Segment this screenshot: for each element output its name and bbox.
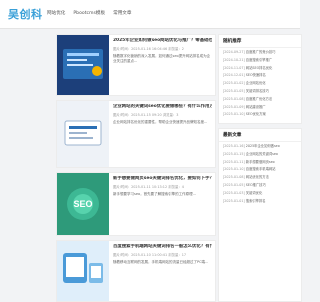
article-thumbnail[interactable]: SEO (57, 173, 109, 235)
sidebar-link-text[interactable]: SEO推广技巧 (246, 183, 266, 187)
sidebar-link-text[interactable]: 企业网站的关键词seo (246, 152, 278, 156)
nav-item-articles[interactable]: 常用文章 (113, 10, 131, 16)
article-excerpt: 企业网站排名优化的重要性，帮助企业快速提升品牌知名度... (113, 120, 208, 124)
random-recommend-list: [2024-09-27] 百度推广的竞价技巧 [2024-10-21] 百度搜索引… (219, 48, 301, 120)
sidebar-link-date: [2025-01-10] (223, 167, 245, 172)
sidebar-link-text[interactable]: 关键词排名技巧 (246, 89, 269, 93)
sidebar-link-text[interactable]: 百度推广优化方法 (246, 97, 272, 101)
sidebar-link-text[interactable]: 百度推广的竞价技巧 (246, 50, 276, 54)
sidebar-link-date: [2024-10-21] (223, 57, 245, 62)
sidebar-link-text[interactable]: 百度搜索引擎推广 (246, 58, 272, 62)
sidebar-link-date: [2024-11-07] (223, 65, 245, 70)
sidebar-link-date: [2025-01-09] (223, 104, 245, 109)
sidebar-link[interactable]: [2025-01-03] 关键词优化 (223, 190, 297, 198)
article-meta: 图片/时间：2025-01-15 09:20 浏览量：3 (113, 113, 179, 117)
sidebar-link-date: [2025-01-01] (223, 198, 245, 203)
article-title[interactable]: 2025年企业如何做seo网站优化与推广？零基础也能快速上手 (113, 38, 212, 44)
sidebar-link[interactable]: [2025-01-08] 网站优化的方法 (223, 174, 297, 182)
article-meta: 图片/时间：2025-01-10 11:00:41 浏览量：17 (113, 253, 187, 257)
article-excerpt: 随着数字化营销的深入发展，如何通过seo提升网站排名成为企业关注的重点... (113, 54, 211, 63)
article-thumbnail[interactable] (57, 241, 109, 301)
sidebar-link-date: [2025-01-03] (223, 190, 245, 195)
nav-item-templates[interactable]: Pbootcms模板 (73, 10, 105, 16)
latest-articles-list: [2025-01-16] 2025年企业如何做seo [2025-01-15] 企… (219, 142, 301, 206)
sidebar-link[interactable]: [2025-01-02] 企业网站优化 (223, 80, 297, 88)
sidebar-link[interactable]: [2024-10-21] 百度搜索引擎推广 (223, 57, 297, 65)
sidebar-link-date: [2024-12-01] (223, 73, 245, 78)
sidebar-link[interactable]: [2025-01-05] SEO推广技巧 (223, 182, 297, 190)
sidebar-link-date: [2025-01-16] (223, 144, 245, 148)
article-title[interactable]: 企业网站的关键词seo优化要做哪些？有什么作用方法？ (113, 104, 212, 110)
site-logo[interactable]: 吴创科 (8, 6, 43, 22)
article-card[interactable]: 百度搜索手机端网站关键词排名一般怎么优化？有什么方法？ 图片/时间：2025-0… (56, 240, 216, 302)
sidebar-link-date: [2025-01-08] (223, 175, 245, 180)
sidebar-link-text[interactable]: 网站SEO排名优化 (246, 66, 273, 70)
sidebar-link[interactable]: [2024-12-01] SEO快速排名 (223, 72, 297, 80)
latest-articles-box: 最新文章 [2025-01-16] 2025年企业如何做seo [2025-01-… (218, 128, 302, 302)
sidebar-link[interactable]: [2025-01-10] SEO优化方案 (223, 111, 297, 119)
article-excerpt: 新手想要学习seo，首先要了解搜索引擎的工作原理... (113, 192, 196, 196)
sidebar-link-text[interactable]: 新手想要做网页seo (246, 160, 275, 164)
main-nav: 网站优化 Pbootcms模板 常用文章 (47, 10, 131, 16)
sidebar-link[interactable]: [2024-11-07] 网站SEO排名优化 (223, 65, 297, 73)
sidebar-link-text[interactable]: 网站建设推广 (246, 105, 266, 109)
article-title[interactable]: 新手想要做网页seo关键词排名优化，要如何下手？ (113, 176, 212, 182)
sidebar-link-date: [2025-01-10] (223, 112, 245, 117)
article-card[interactable]: 2025年企业如何做seo网站优化与推广？零基础也能快速上手 图片/时间：202… (56, 34, 216, 96)
random-recommend-title: 随机推荐 (219, 35, 301, 48)
nav-item-seo[interactable]: 网站优化 (47, 10, 65, 16)
sidebar-link-date: [2025-01-05] (223, 88, 245, 93)
sidebar-link[interactable]: [2025-01-15] 企业网站的关键词seo (223, 151, 297, 159)
sidebar-link-date: [2025-01-11] (223, 159, 245, 164)
random-recommend-box: 随机推荐 [2024-09-27] 百度推广的竞价技巧 [2024-10-21] … (218, 34, 302, 124)
article-thumbnail[interactable] (57, 35, 109, 95)
sidebar-link-text[interactable]: SEO优化方案 (246, 112, 266, 116)
sidebar-link-text[interactable]: 网站优化的方法 (246, 175, 269, 179)
sidebar-link[interactable]: [2025-01-08] 百度推广优化方法 (223, 96, 297, 104)
sidebar-link[interactable]: [2025-01-09] 网站建设推广 (223, 104, 297, 112)
article-thumbnail[interactable] (57, 101, 109, 167)
sidebar-link-text[interactable]: 2025年企业如何做seo (246, 144, 280, 148)
article-title[interactable]: 百度搜索手机端网站关键词排名一般怎么优化？有什么方法？ (113, 244, 212, 250)
sidebar-link-date: [2025-01-02] (223, 81, 245, 86)
sidebar-link-date: [2025-01-05] (223, 182, 245, 187)
article-card[interactable]: 企业网站的关键词seo优化要做哪些？有什么作用方法？ 图片/时间：2025-01… (56, 100, 216, 168)
latest-articles-title: 最新文章 (219, 129, 301, 142)
sidebar-link-text[interactable]: SEO快速排名 (246, 73, 266, 77)
sidebar-link-date: [2025-01-08] (223, 96, 245, 101)
article-excerpt: 随着移动互联网的发展，手机端网站的流量已经超过了PC端... (113, 260, 209, 264)
sidebar-link-text[interactable]: 百度搜索手机端网站 (246, 167, 276, 171)
sidebar-link-text[interactable]: 企业网站优化 (246, 81, 266, 85)
sidebar-link-text[interactable]: 关键词优化 (246, 191, 262, 195)
sidebar-link[interactable]: [2025-01-11] 新手想要做网页seo (223, 159, 297, 167)
article-list: 2025年企业如何做seo网站优化与推广？零基础也能快速上手 图片/时间：202… (56, 34, 216, 302)
sidebar: 随机推荐 [2024-09-27] 百度推广的竞价技巧 [2024-10-21] … (218, 34, 302, 302)
sidebar-link-date: [2025-01-15] (223, 151, 245, 156)
article-card[interactable]: SEO 新手想要做网页seo关键词排名优化，要如何下手？ 图片/时间：2025-… (56, 172, 216, 236)
sidebar-link[interactable]: [2025-01-01] 搜索引擎排名 (223, 198, 297, 206)
sidebar-link-date: [2024-09-27] (223, 50, 245, 54)
sidebar-link[interactable]: [2025-01-10] 百度搜索手机端网站 (223, 166, 297, 174)
svg-text:SEO: SEO (73, 199, 92, 209)
article-meta: 图片/时间：2025-01-11 10:13:12 浏览量：4 (113, 185, 184, 189)
sidebar-link[interactable]: [2025-01-16] 2025年企业如何做seo (223, 143, 297, 151)
sidebar-link-text[interactable]: 搜索引擎排名 (246, 199, 266, 203)
sidebar-link[interactable]: [2024-09-27] 百度推广的竞价技巧 (223, 49, 297, 57)
sidebar-link[interactable]: [2025-01-05] 关键词排名技巧 (223, 88, 297, 96)
top-bar: 吴创科 网站优化 Pbootcms模板 常用文章 (0, 0, 300, 29)
article-meta: 图片/时间：2025-01-16 16:04:46 浏览量：2 (113, 47, 184, 51)
